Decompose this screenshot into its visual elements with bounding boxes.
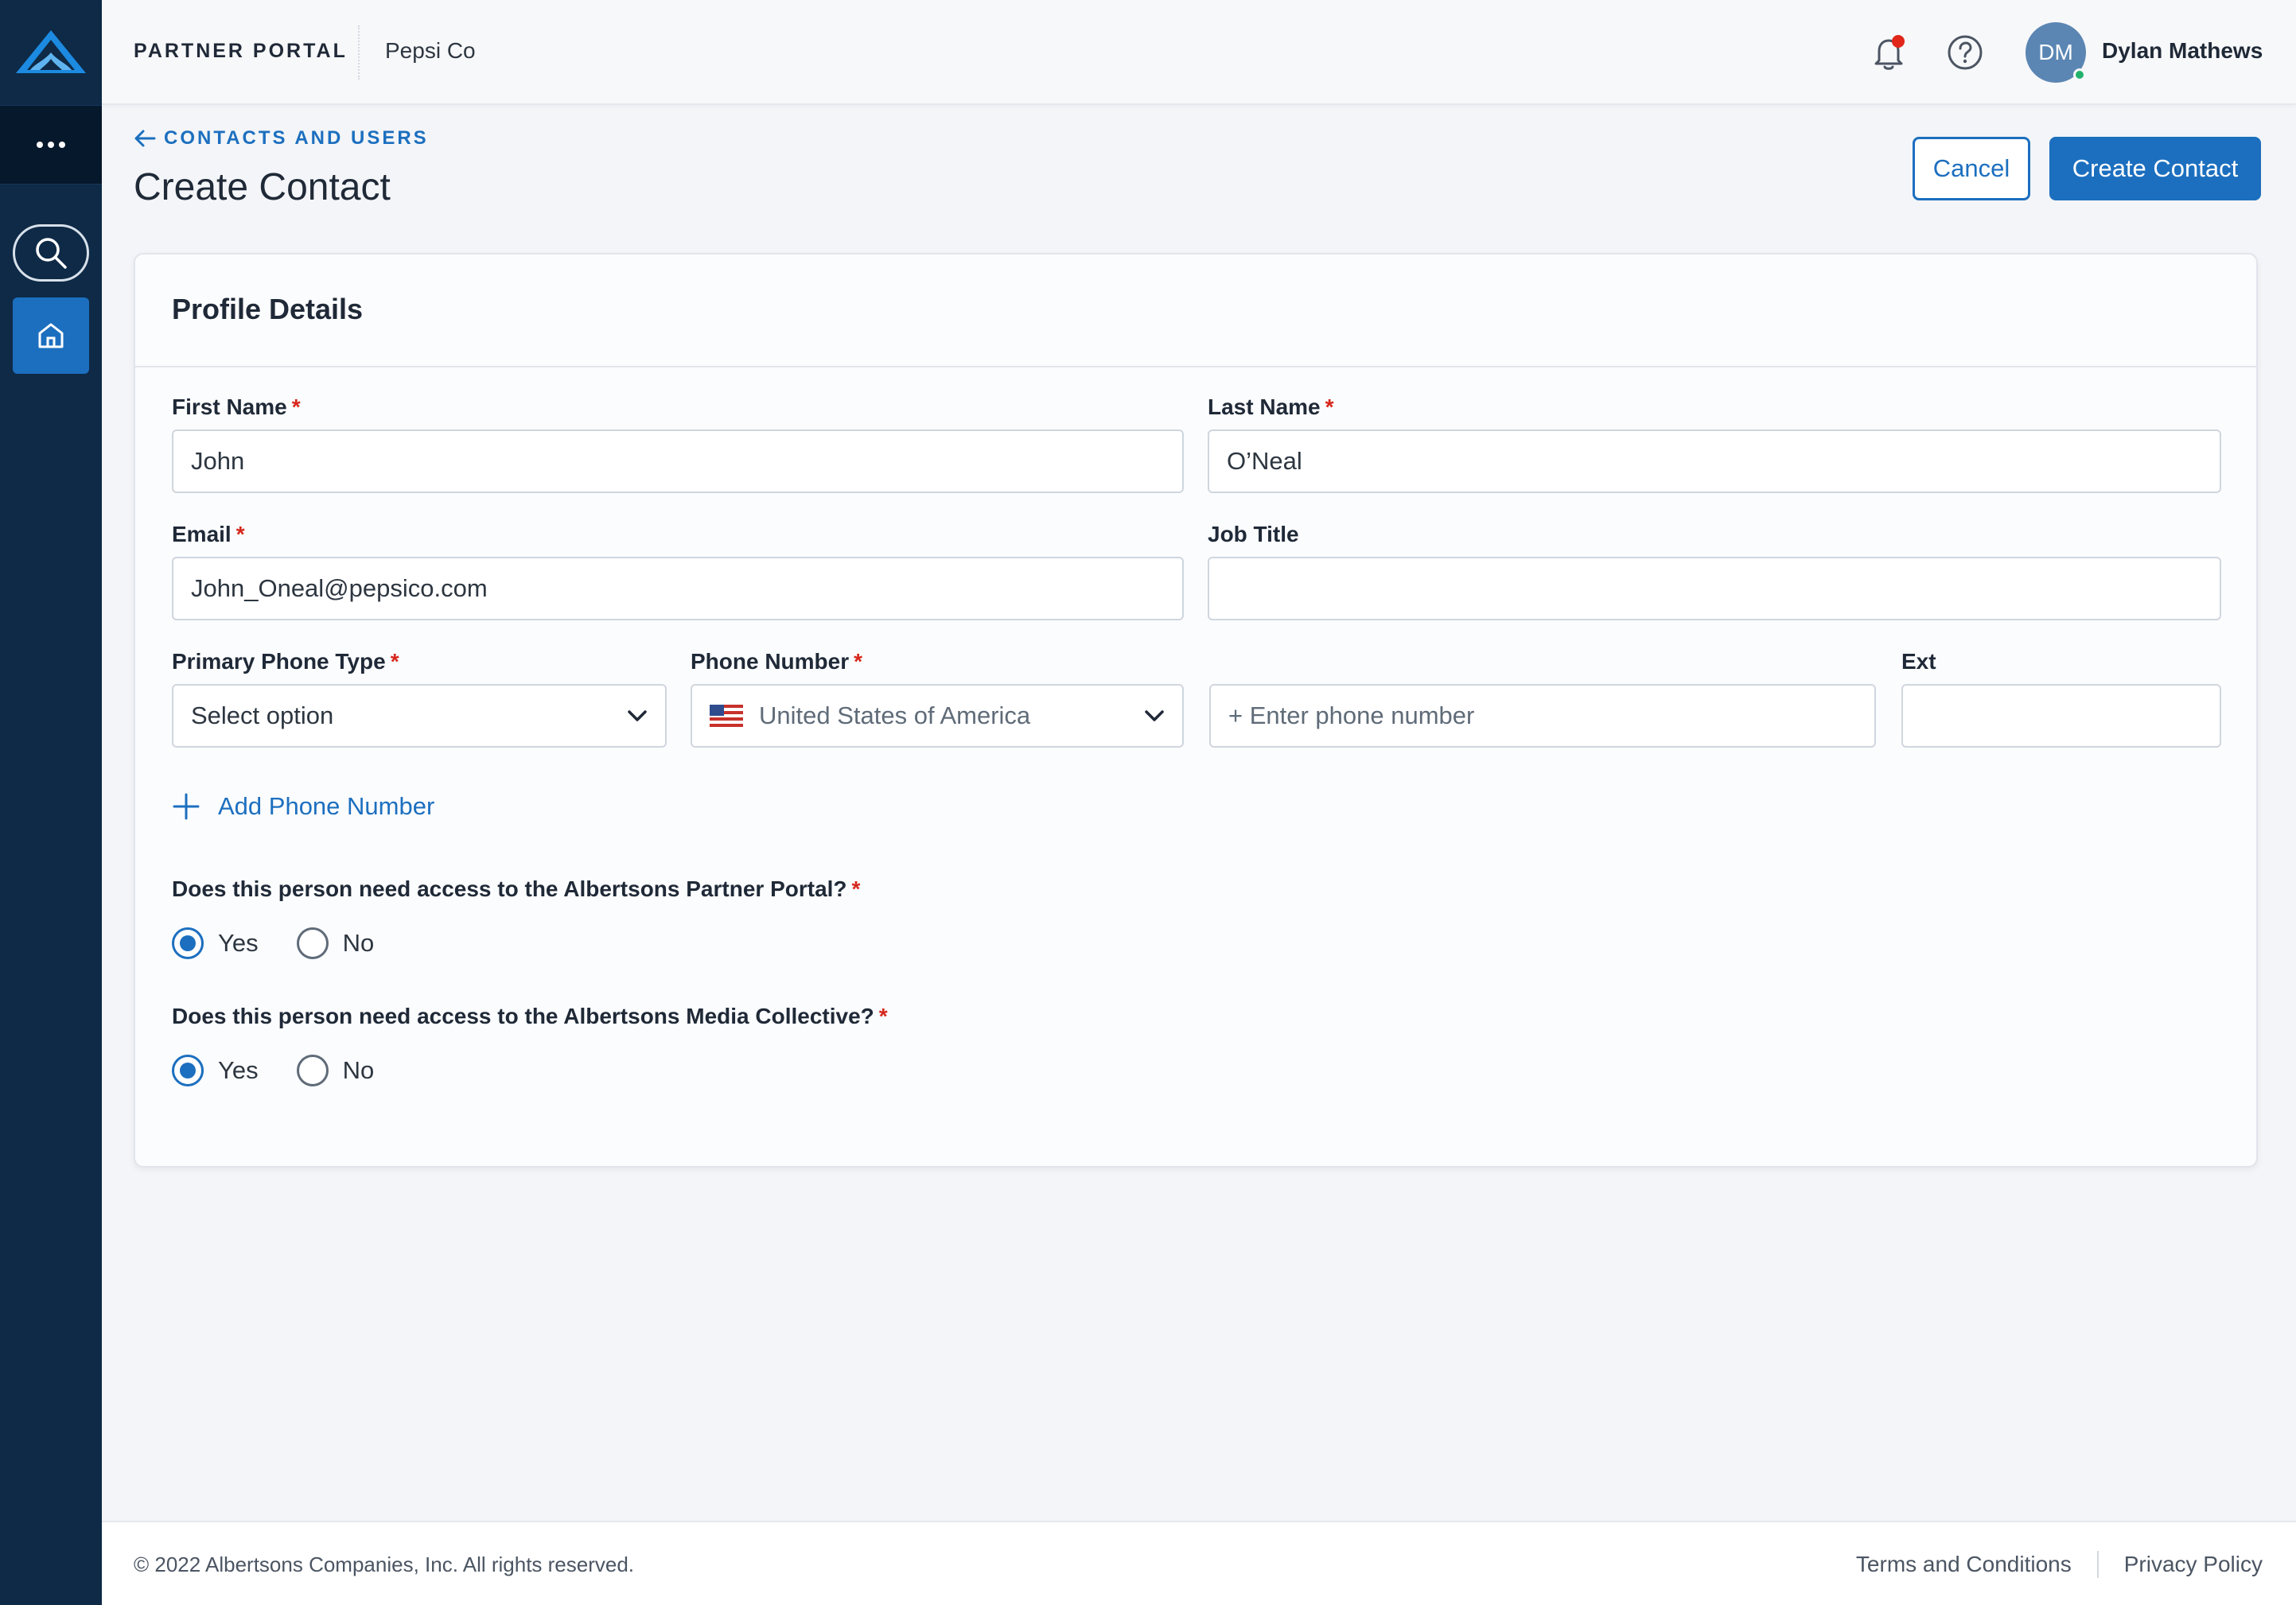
primary-phone-type-value: Select option [191,701,334,729]
partner-portal-access-question: Does this person need access to the Albe… [172,876,860,902]
home-button[interactable] [13,297,89,374]
breadcrumb-label: CONTACTS AND USERS [164,127,429,149]
primary-phone-type-label-text: Primary Phone Type [172,649,386,674]
last-name-input[interactable]: O’Neal [1208,429,2221,493]
country-value: United States of America [759,701,1031,729]
job-title-label: Job Title [1208,522,1299,546]
partner-portal-access-radio-group: Yes No [172,927,412,959]
create-contact-button[interactable]: Create Contact [2049,137,2261,200]
side-rail [0,0,102,1605]
partner-portal-no-radio[interactable] [296,927,329,959]
more-dots-icon [37,142,65,148]
footer-divider [2096,1551,2099,1578]
first-name-value: John [191,447,245,475]
profile-details-card: Profile Details First Name * John Last Na… [134,253,2258,1168]
job-title-input[interactable] [1208,557,2221,620]
primary-phone-type-select[interactable]: Select option [172,684,667,748]
copyright-text: © 2022 Albertsons Companies, Inc. All ri… [134,1553,635,1576]
breadcrumb-back-link[interactable]: CONTACTS AND USERS [134,127,429,150]
search-icon [36,238,67,269]
cancel-button[interactable]: Cancel [1913,137,2030,200]
add-phone-number-label: Add Phone Number [218,792,435,820]
more-menu-button[interactable] [0,105,102,185]
card-header: Profile Details [135,255,2256,367]
media-collective-no-radio[interactable] [296,1055,329,1086]
search-button[interactable] [13,224,89,282]
media-collective-access-radio-group: Yes No [172,1055,412,1086]
media-collective-question-text: Does this person need access to the Albe… [172,1004,874,1028]
email-value: John_Oneal@pepsico.com [191,574,488,602]
required-marker: * [878,1004,888,1028]
first-name-label-text: First Name [172,394,287,419]
page-footer: © 2022 Albertsons Companies, Inc. All ri… [102,1521,2296,1605]
phone-number-placeholder: + Enter phone number [1228,701,1475,729]
online-status-dot [2073,68,2086,81]
primary-phone-type-label: Primary Phone Type * [172,649,399,674]
privacy-policy-link[interactable]: Privacy Policy [2124,1552,2263,1577]
arrow-left-icon [134,130,156,147]
ext-label: Ext [1901,649,1936,674]
us-flag-icon [710,705,743,727]
help-button[interactable] [1944,32,1986,73]
phone-number-label: Phone Number * [691,649,862,674]
header-divider [358,25,360,80]
media-collective-access-question: Does this person need access to the Albe… [172,1004,888,1029]
last-name-label-text: Last Name [1208,394,1321,419]
country-code-select[interactable]: United States of America [691,684,1184,748]
required-marker: * [390,649,399,674]
user-avatar[interactable]: DM [2026,22,2086,83]
section-title: Profile Details [172,293,364,325]
terms-link[interactable]: Terms and Conditions [1856,1552,2072,1577]
phone-number-label-text: Phone Number [691,649,850,674]
page-title: Create Contact [134,166,391,208]
top-header: PARTNER PORTAL Pepsi Co DM Dylan Mathews [102,0,2296,105]
email-label: Email * [172,522,245,547]
plus-icon [173,793,200,820]
last-name-label: Last Name * [1208,394,1334,420]
home-icon [38,323,64,348]
media-collective-yes-radio[interactable] [172,1055,204,1086]
first-name-input[interactable]: John [172,429,1184,493]
ext-input[interactable] [1901,684,2221,748]
user-name[interactable]: Dylan Mathews [2102,38,2263,64]
phone-number-input[interactable]: + Enter phone number [1209,684,1876,748]
company-name[interactable]: Pepsi Co [385,38,476,64]
footer-links: Terms and Conditions Privacy Policy [1856,1551,2263,1578]
required-marker: * [854,649,863,674]
chevron-down-icon [1144,709,1165,722]
add-phone-number-button[interactable]: Add Phone Number [172,792,434,821]
avatar-initials: DM [2038,40,2073,64]
media-collective-yes-label[interactable]: Yes [218,1056,259,1085]
albertsons-logo[interactable] [0,0,102,105]
email-input[interactable]: John_Oneal@pepsico.com [172,557,1184,620]
partner-portal-yes-label[interactable]: Yes [218,929,259,958]
required-marker: * [235,522,245,546]
email-label-text: Email [172,522,232,546]
notifications-button[interactable] [1868,32,1909,73]
help-icon [1948,35,1983,70]
required-marker: * [291,394,301,419]
partner-portal-no-label[interactable]: No [343,929,375,958]
required-marker: * [1325,394,1334,419]
chevron-down-icon [627,709,648,722]
partner-portal-question-text: Does this person need access to the Albe… [172,876,847,901]
required-marker: * [851,876,861,901]
media-collective-no-label[interactable]: No [343,1056,375,1085]
last-name-value: O’Neal [1227,447,1302,475]
portal-brand: PARTNER PORTAL [134,40,348,62]
notification-badge [1892,35,1905,48]
first-name-label: First Name * [172,394,301,420]
partner-portal-yes-radio[interactable] [172,927,204,959]
